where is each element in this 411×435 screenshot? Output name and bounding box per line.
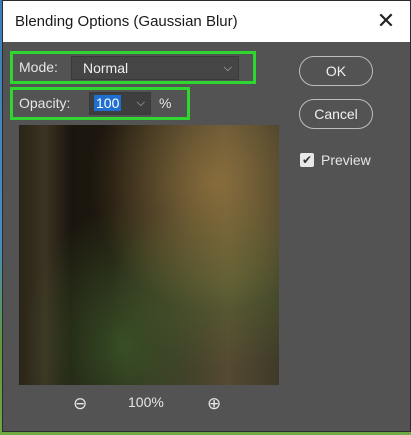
- cancel-button[interactable]: Cancel: [299, 99, 373, 129]
- opacity-value: 100: [94, 95, 122, 111]
- opacity-input[interactable]: 100 ⌵: [89, 92, 151, 115]
- mode-select[interactable]: Normal ⌵: [71, 56, 239, 80]
- dialog-title: Blending Options (Gaussian Blur): [15, 13, 238, 30]
- blending-options-dialog: Blending Options (Gaussian Blur) ✕ Mode:…: [2, 0, 411, 432]
- ok-button[interactable]: OK: [299, 56, 373, 86]
- preview-checkbox[interactable]: ✔: [300, 153, 314, 167]
- opacity-unit: %: [159, 95, 172, 111]
- close-icon[interactable]: ✕: [372, 7, 400, 35]
- zoom-level: 100%: [128, 394, 164, 410]
- preview-image[interactable]: [19, 125, 279, 385]
- zoom-in-icon[interactable]: ⊕: [207, 394, 221, 414]
- mode-label: Mode:: [19, 59, 58, 75]
- mode-value: Normal: [83, 60, 129, 76]
- title-bar: Blending Options (Gaussian Blur) ✕: [3, 1, 410, 42]
- preview-label: Preview: [321, 152, 371, 168]
- zoom-out-icon[interactable]: ⊖: [73, 394, 87, 414]
- chevron-down-icon: ⌵: [223, 62, 232, 74]
- chevron-down-icon[interactable]: ⌵: [137, 97, 145, 110]
- opacity-label: Opacity:: [19, 95, 71, 111]
